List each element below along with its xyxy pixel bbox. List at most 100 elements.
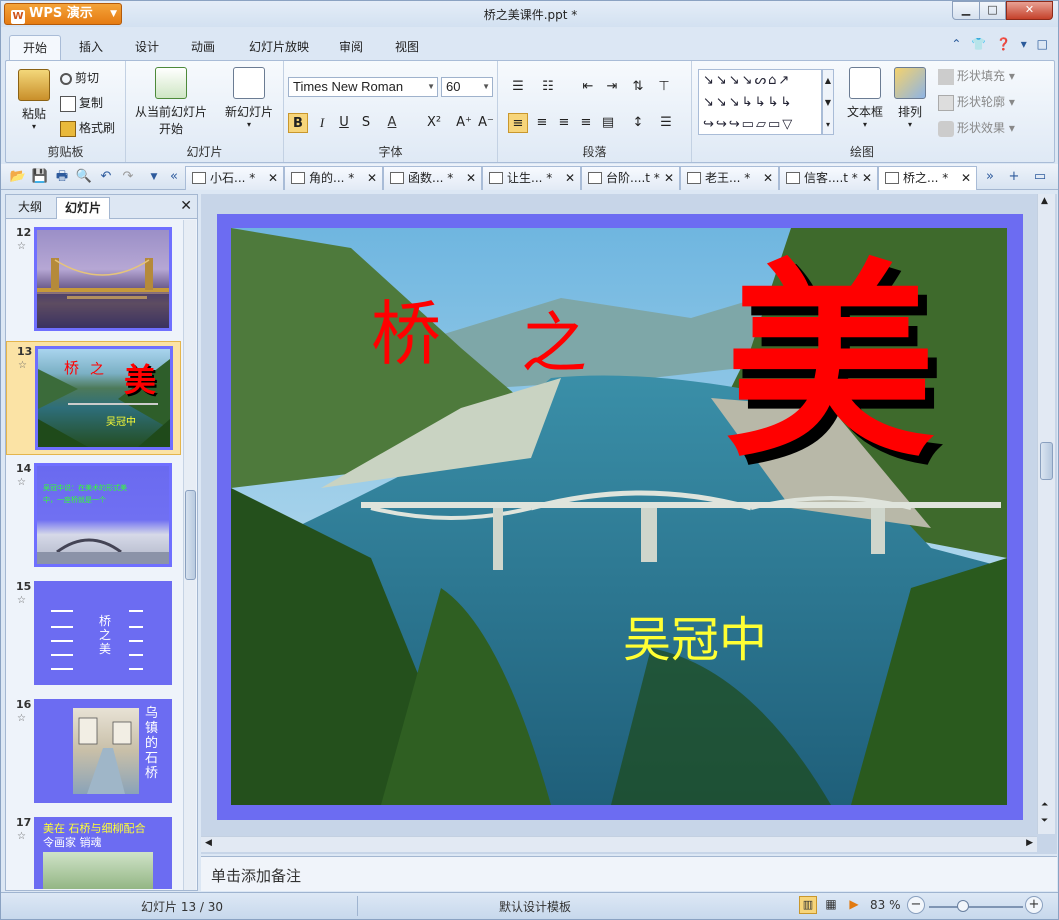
shape-effect-button[interactable]: 形状效果 ▾ <box>938 119 1015 137</box>
tab-design[interactable]: 设计 <box>127 35 167 61</box>
close-tab-icon[interactable]: ✕ <box>961 167 971 189</box>
shape-fill-button[interactable]: 形状填充 ▾ <box>938 67 1015 85</box>
slide-author[interactable]: 吴冠中 <box>623 600 767 670</box>
align-center-button[interactable]: ≡ <box>532 113 552 133</box>
close-tab-icon[interactable]: ✕ <box>763 167 773 189</box>
zoom-slider-thumb[interactable] <box>957 900 969 912</box>
doc-tab[interactable]: 老王... * ✕ <box>680 166 779 190</box>
doc-tab[interactable]: 台阶....t * ✕ <box>581 166 680 190</box>
font-size-select[interactable]: 60 ▼ <box>441 77 493 97</box>
doc-tab[interactable]: 角的... * ✕ <box>284 166 383 190</box>
textbox-button[interactable]: 文本框 ▾ <box>842 67 888 129</box>
shape-outline-button[interactable]: 形状轮廓 ▾ <box>938 93 1015 111</box>
open-icon[interactable]: 📂 <box>9 168 27 186</box>
undo-icon[interactable]: ↶ <box>97 168 115 186</box>
tab-review[interactable]: 审阅 <box>331 35 371 61</box>
help-dropdown-icon[interactable]: ▾ <box>1021 37 1027 51</box>
font-name-select[interactable]: Times New Roman ▼ <box>288 77 438 97</box>
tab-slideshow[interactable]: 幻灯片放映 <box>241 35 317 61</box>
doc-tab[interactable]: 小石... * ✕ <box>185 166 284 190</box>
previous-slide-icon[interactable]: ⏶ <box>1041 800 1048 810</box>
slide-thumbnail-14[interactable]: 14 ☆ 吴冠中说：在美术的形式美 中，一座桥就是一个 <box>6 459 181 573</box>
italic-button[interactable]: I <box>312 113 332 133</box>
shapes-gallery[interactable]: ↘↘↘↘ᔕ⌂↗ ↘↘↘↳↳↳↳ ↪↪↪▭▱▭▽ <box>698 69 822 135</box>
distribute-button[interactable]: ▤ <box>598 113 618 133</box>
normal-view-button[interactable]: ▥ <box>799 896 817 914</box>
close-tab-icon[interactable]: ✕ <box>268 167 278 189</box>
tab-outline[interactable]: 大纲 <box>10 197 50 219</box>
tabs-scroll-left-icon[interactable]: « <box>165 168 183 186</box>
close-tab-icon[interactable]: ✕ <box>466 167 476 189</box>
play-from-current-button[interactable]: 从当前幻灯片 开始 <box>132 67 210 137</box>
next-slide-icon[interactable]: ⏷ <box>1041 816 1048 826</box>
doc-tab[interactable]: 信客....t * ✕ <box>779 166 878 190</box>
line-spacing-icon[interactable]: ↕ <box>628 113 648 133</box>
justify-button[interactable]: ≡ <box>576 113 596 133</box>
zoom-slider-track[interactable] <box>929 906 1023 908</box>
tab-slides[interactable]: 幻灯片 <box>56 197 111 219</box>
font-color-button[interactable]: A <box>382 113 402 133</box>
align-text-icon[interactable]: ⊤ <box>654 77 674 97</box>
tabs-scroll-right-icon[interactable]: » <box>981 168 999 186</box>
scrollbar-thumb[interactable] <box>1040 442 1053 480</box>
shapes-scroll[interactable]: ▲ ▼ ▾ <box>822 69 834 135</box>
numbering-icon[interactable]: ☷ <box>538 77 558 97</box>
maximize-button[interactable]: □ <box>979 1 1006 20</box>
slide-thumbnail-13[interactable]: 13 ☆ 桥 之 美 吴冠中 <box>6 341 181 455</box>
arrange-button[interactable]: 排列 ▾ <box>892 67 928 129</box>
minimize-button[interactable]: ▁ <box>952 1 980 20</box>
new-slide-button[interactable]: 新幻灯片 ▾ <box>220 67 278 129</box>
panel-scrollbar[interactable] <box>183 220 196 890</box>
redo-icon[interactable]: ↷ <box>119 168 137 186</box>
close-icon[interactable]: ✕ <box>180 198 192 214</box>
print-preview-icon[interactable]: 🔍 <box>75 168 93 186</box>
slide-thumbnail-17[interactable]: 17 ☆ 美在 石桥与细柳配合 令画家 销魂 <box>6 813 181 889</box>
scroll-up-icon[interactable]: ▲ <box>1041 196 1048 206</box>
slide-title-part2[interactable]: 之 <box>521 290 587 386</box>
strikethrough-button[interactable]: S <box>356 113 376 133</box>
slide-thumbnail-15[interactable]: 15 ☆ 桥之美 <box>6 577 181 691</box>
tab-insert[interactable]: 插入 <box>71 35 111 61</box>
print-icon[interactable]: 🖶 <box>53 168 71 186</box>
close-tab-icon[interactable]: ✕ <box>367 167 377 189</box>
ribbon-minimize-icon[interactable]: □ <box>1037 37 1048 51</box>
new-tab-icon[interactable]: + <box>1005 168 1023 186</box>
close-tab-icon[interactable]: ✕ <box>565 167 575 189</box>
slideshow-button[interactable]: ▶ <box>845 896 863 914</box>
paste-button[interactable]: 粘贴 ▾ <box>16 69 52 131</box>
notes-pane[interactable]: 单击添加备注 <box>201 856 1057 891</box>
tab-view[interactable]: 视图 <box>387 35 427 61</box>
quick-access-dropdown-icon[interactable]: ▼ <box>145 168 163 186</box>
current-slide[interactable]: 桥 之 美 吴冠中 <box>217 214 1023 820</box>
decrease-indent-icon[interactable]: ⇤ <box>578 77 598 97</box>
help-icon[interactable]: ❓ <box>996 37 1011 51</box>
skin-icon[interactable]: 👕 <box>971 37 986 51</box>
editor-horizontal-scrollbar[interactable]: ◀ ▶ <box>201 836 1037 852</box>
save-icon[interactable]: 💾 <box>31 168 49 186</box>
slide-title-part1[interactable]: 桥 <box>371 278 441 379</box>
paragraph-spacing-icon[interactable]: ☰ <box>656 113 676 133</box>
tab-home[interactable]: 开始 <box>9 35 61 61</box>
scroll-right-icon[interactable]: ▶ <box>1026 838 1033 848</box>
format-painter-button[interactable]: 格式刷 <box>60 119 115 137</box>
slide-thumbnail-12[interactable]: 12 ☆ <box>6 223 181 337</box>
align-left-button[interactable]: ≡ <box>508 113 528 133</box>
increase-indent-icon[interactable]: ⇥ <box>602 77 622 97</box>
editor-vertical-scrollbar[interactable]: ▲ ⏶ ⏷ <box>1037 194 1055 834</box>
bold-button[interactable]: B <box>288 113 308 133</box>
slide-thumbnail-16[interactable]: 16 ☆ 乌镇的石桥 <box>6 695 181 809</box>
bullets-icon[interactable]: ☰ <box>508 77 528 97</box>
close-button[interactable]: ✕ <box>1006 1 1053 20</box>
tab-animation[interactable]: 动画 <box>183 35 223 61</box>
text-direction-icon[interactable]: ⇅ <box>628 77 648 97</box>
superscript-button[interactable]: X² <box>424 113 444 133</box>
doc-tab-active[interactable]: 桥之... * ✕ <box>878 166 977 190</box>
slide-title-big[interactable]: 美 <box>725 258 935 468</box>
align-right-button[interactable]: ≡ <box>554 113 574 133</box>
underline-button[interactable]: U <box>334 113 354 133</box>
slide-sorter-button[interactable]: ▦ <box>822 896 840 914</box>
scroll-left-icon[interactable]: ◀ <box>205 838 212 848</box>
scrollbar-thumb[interactable] <box>185 490 196 580</box>
shrink-font-button[interactable]: A⁻ <box>476 113 496 133</box>
zoom-out-button[interactable]: − <box>907 896 925 914</box>
